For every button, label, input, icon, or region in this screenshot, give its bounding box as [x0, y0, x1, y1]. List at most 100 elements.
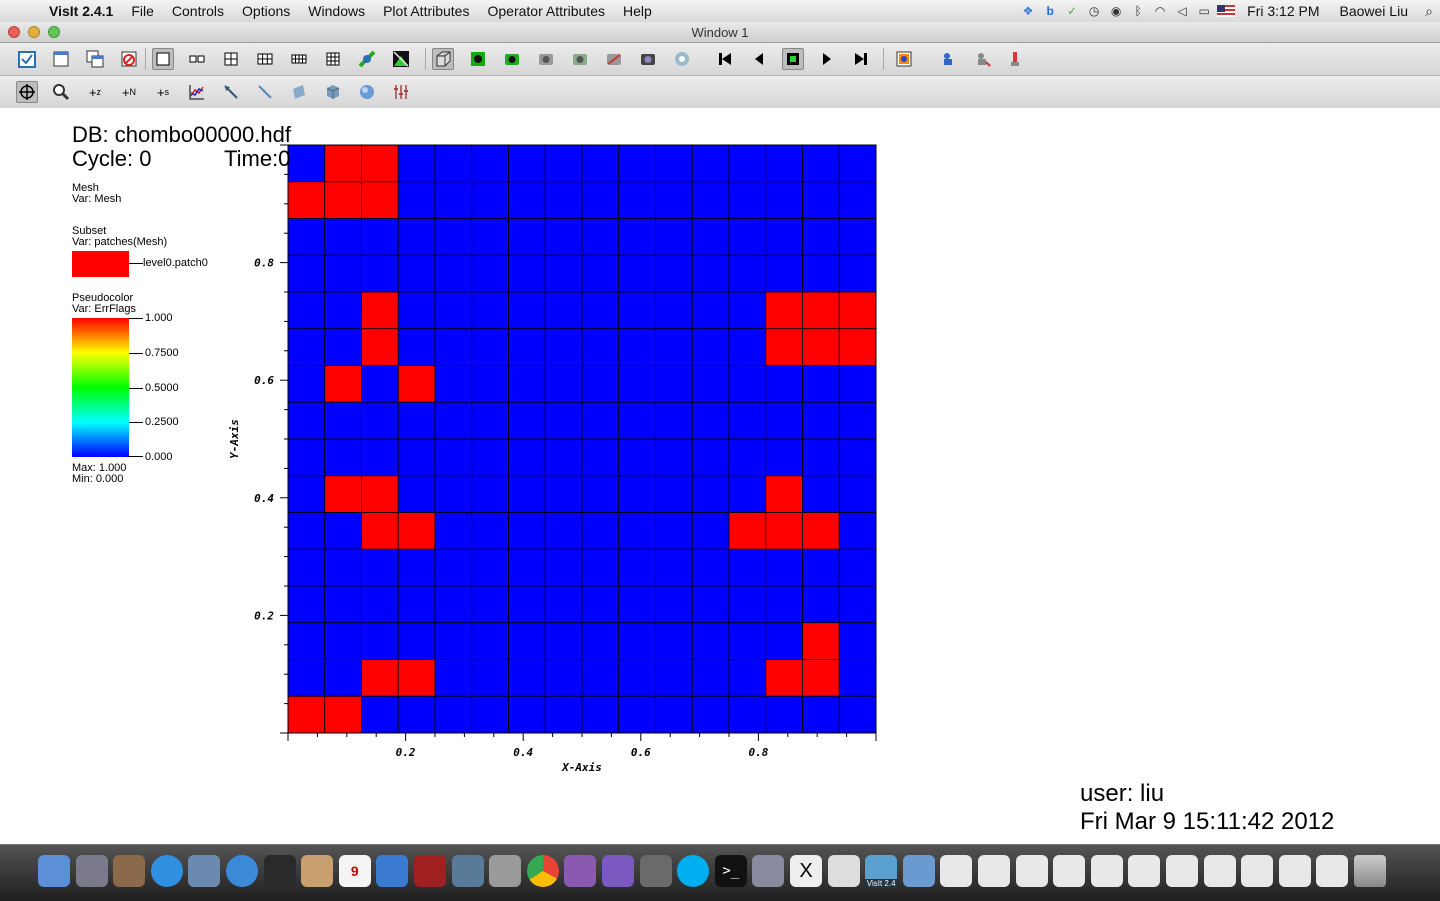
- iphoto-icon[interactable]: [451, 855, 484, 887]
- mesh-plot: 0.2 0.4 0.6 0.8 0.8 0.6 0.4 0.2 X-Axis Y-Axis: [228, 144, 877, 774]
- document-icon[interactable]: [1128, 855, 1161, 887]
- mesh-cell: [838, 181, 877, 219]
- mesh-cell: [581, 328, 620, 366]
- chrome-icon[interactable]: [526, 855, 559, 887]
- document-icon[interactable]: [1241, 855, 1274, 887]
- mesh-cell: [544, 695, 583, 734]
- mesh-cell: [581, 548, 620, 587]
- mesh-cell: [838, 659, 877, 697]
- mesh-cell: [471, 659, 509, 697]
- system-preferences-icon[interactable]: [489, 855, 522, 887]
- mesh-cell: [544, 181, 583, 219]
- mesh-cell: [397, 401, 436, 440]
- mesh-cell: [618, 622, 656, 660]
- app-store-icon[interactable]: [150, 855, 183, 887]
- flagged-cell: [324, 475, 362, 513]
- mesh-cell: [324, 548, 362, 587]
- mesh-cell: [324, 438, 362, 477]
- utilities-icon[interactable]: [639, 855, 672, 887]
- system-info-icon[interactable]: [113, 855, 146, 887]
- texshop-icon[interactable]: [602, 855, 634, 887]
- mesh-cell: [361, 218, 399, 256]
- x11-icon[interactable]: X: [790, 855, 822, 887]
- mesh-cell: [802, 438, 840, 477]
- mesh-cell: [581, 254, 620, 293]
- y-tick-label: 0.2: [254, 609, 274, 622]
- flagged-cell: [324, 181, 362, 219]
- mesh-cell: [728, 401, 767, 440]
- mesh-cell: [397, 328, 436, 366]
- mesh-cell: [471, 181, 509, 219]
- mesh-cell: [691, 548, 730, 587]
- mesh-cell: [765, 622, 803, 660]
- y-tick-label: 0.6: [254, 374, 274, 387]
- image-capture-icon[interactable]: [752, 855, 785, 887]
- mesh-cell: [691, 475, 730, 513]
- mesh-cell: [287, 254, 326, 293]
- mesh-cell: [434, 585, 473, 624]
- flagged-cell: [765, 512, 803, 550]
- mesh-cell: [397, 254, 436, 293]
- mesh-cell: [434, 181, 473, 219]
- skype-icon[interactable]: [677, 855, 710, 887]
- mesh-cell: [508, 181, 546, 219]
- mesh-cell: [765, 401, 803, 440]
- preview-icon[interactable]: [188, 855, 221, 887]
- mesh-cell: [691, 254, 730, 293]
- mesh-cell: [397, 585, 436, 624]
- finder-icon[interactable]: [38, 855, 70, 887]
- trash-icon[interactable]: [1354, 855, 1386, 887]
- mesh-cell: [397, 695, 436, 734]
- facetime-icon[interactable]: [263, 855, 296, 887]
- texteditor-icon[interactable]: [827, 855, 860, 887]
- mesh-cell: [508, 144, 546, 183]
- safari-icon[interactable]: [226, 855, 258, 887]
- mesh-cell: [544, 512, 583, 550]
- flagged-cell: [802, 659, 840, 697]
- document-icon[interactable]: [1015, 855, 1048, 887]
- document-tex-icon[interactable]: [940, 855, 973, 887]
- document-icon[interactable]: [1203, 855, 1236, 887]
- photo-booth-icon[interactable]: [414, 855, 446, 887]
- mesh-cell: [838, 438, 877, 477]
- document-icon[interactable]: [1166, 855, 1198, 887]
- document-icon[interactable]: [1090, 855, 1123, 887]
- x-tick-label: 0.6: [631, 746, 651, 759]
- mesh-cell: [765, 254, 803, 293]
- flagged-cell: [838, 328, 877, 366]
- mesh-cell: [802, 365, 840, 403]
- document-icon[interactable]: [1278, 855, 1311, 887]
- document-icon[interactable]: [978, 855, 1010, 887]
- x-tick-label: 0.2: [396, 746, 416, 759]
- mesh-cell: [691, 328, 730, 366]
- document-icon[interactable]: [1316, 855, 1349, 887]
- flagged-cell: [324, 144, 362, 183]
- mesh-cell: [838, 512, 877, 550]
- flagged-cell: [802, 622, 840, 660]
- mesh-cell: [765, 438, 803, 477]
- itunes-icon[interactable]: [376, 855, 409, 887]
- terminal-icon[interactable]: >_: [714, 855, 747, 887]
- mesh-cell: [471, 548, 509, 587]
- mesh-cell: [691, 695, 730, 734]
- mesh-cell: [728, 254, 767, 293]
- mesh-cell: [508, 328, 546, 366]
- document-icon[interactable]: [1053, 855, 1086, 887]
- mesh-cell: [618, 181, 656, 219]
- address-book-icon[interactable]: [301, 855, 334, 887]
- mesh-cell: [765, 218, 803, 256]
- emacs-icon[interactable]: [564, 855, 597, 887]
- mesh-cell: [802, 695, 840, 734]
- applications-folder-icon[interactable]: [902, 855, 935, 887]
- calendar-icon[interactable]: 9: [338, 855, 371, 887]
- mesh-cell: [655, 548, 693, 587]
- mesh-cell: [728, 695, 767, 734]
- flagged-cell: [324, 695, 362, 734]
- mesh-cell: [508, 254, 546, 293]
- mesh-cell: [544, 622, 583, 660]
- mesh-cell: [581, 401, 620, 440]
- mesh-cell: [508, 512, 546, 550]
- visit-icon[interactable]: VisIt 2.4: [865, 855, 898, 888]
- launchpad-icon[interactable]: [75, 855, 108, 887]
- mesh-cell: [838, 695, 877, 734]
